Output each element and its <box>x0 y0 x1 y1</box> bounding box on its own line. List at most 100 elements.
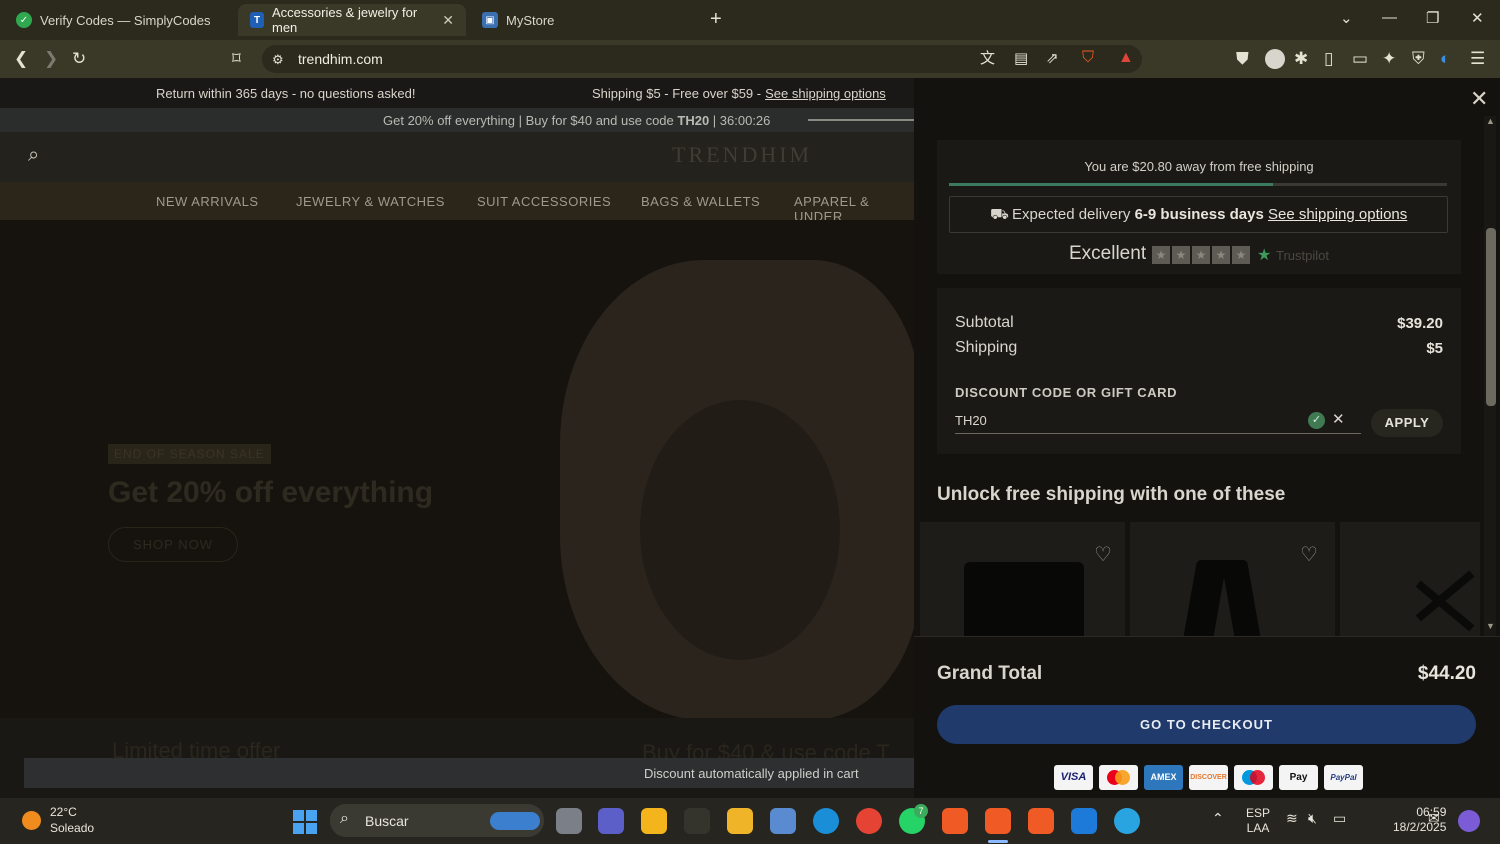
discover-icon: DISCOVER <box>1189 765 1228 790</box>
wifi-icon[interactable]: ≋ <box>1286 810 1298 827</box>
bookmark-icon[interactable]: ⌑ <box>232 49 241 69</box>
weather-description[interactable]: Soleado <box>50 821 94 835</box>
back-icon[interactable]: ❮ <box>14 49 28 69</box>
tab-simplycodes[interactable]: ✓ Verify Codes — SimplyCodes <box>4 4 236 36</box>
visa-icon: VISA <box>1054 765 1093 790</box>
profile-icon[interactable] <box>1265 49 1285 69</box>
site-logo[interactable]: TRENDHIM <box>672 142 812 168</box>
file-explorer-icon[interactable] <box>727 808 753 834</box>
copilot-icon[interactable] <box>1458 810 1480 832</box>
announcement-bar: Return within 365 days - no questions as… <box>0 78 914 108</box>
star-icon: ★ <box>1232 246 1250 264</box>
upsell-product-card[interactable] <box>1340 522 1480 638</box>
brave-beta-icon[interactable] <box>1028 808 1054 834</box>
weather-temperature[interactable]: 22°C <box>50 805 77 819</box>
payment-methods: VISA AMEX DISCOVER Pay PayPal <box>1054 765 1363 790</box>
brave-rewards-icon[interactable]: ▲ <box>1118 48 1134 68</box>
leo-ai-icon[interactable]: ✦ <box>1382 49 1396 69</box>
upsell-product-card[interactable]: ♡ <box>920 522 1125 638</box>
shipping-options-link[interactable]: See shipping options <box>765 86 886 101</box>
order-summary-card: Subtotal $39.20 Shipping $5 DISCOUNT COD… <box>937 288 1461 454</box>
rating-label: Excellent <box>1069 243 1147 264</box>
minimize-icon[interactable]: — <box>1382 9 1397 26</box>
close-tab-icon[interactable]: ✕ <box>442 12 454 29</box>
tab-trendhim[interactable]: T Accessories & jewelry for men ✕ <box>238 4 466 36</box>
heart-icon[interactable]: ♡ <box>1094 542 1112 567</box>
site-info-icon[interactable]: ⚙ <box>272 50 284 70</box>
vpn-icon[interactable]: ⛊ <box>1236 49 1249 69</box>
language-indicator[interactable]: ESP LAA <box>1246 806 1270 836</box>
amex-icon: AMEX <box>1144 765 1183 790</box>
main-nav: NEW ARRIVALS JEWELRY & WATCHES SUIT ACCE… <box>0 182 914 224</box>
heart-icon[interactable]: ♡ <box>1300 542 1318 567</box>
sun-icon[interactable] <box>22 811 41 830</box>
start-icon[interactable] <box>293 810 317 834</box>
maestro-icon <box>1234 765 1273 790</box>
forward-icon[interactable]: ❯ <box>44 49 58 69</box>
new-tab-icon[interactable]: + <box>710 8 722 31</box>
shop-now-button[interactable]: SHOP NOW <box>108 527 238 562</box>
search-icon[interactable]: ⌕ <box>28 145 39 165</box>
battery-icon[interactable]: ▭ <box>1333 810 1346 827</box>
address-bar[interactable]: ⚙ trendhim.com 文 ▤ ⇗ ⛉ ▲ <box>262 45 1142 73</box>
cart-drawer: ✕ ▲ ▼ You are $20.80 away from free ship… <box>914 78 1500 798</box>
scroll-up-icon[interactable]: ▲ <box>1486 116 1495 126</box>
edge-icon[interactable] <box>813 808 839 834</box>
brave-active-icon[interactable] <box>985 808 1011 834</box>
telegram-icon[interactable] <box>1114 808 1140 834</box>
task-view-icon[interactable] <box>556 808 582 834</box>
product-image <box>1415 580 1475 632</box>
close-cart-icon[interactable]: ✕ <box>1470 86 1488 112</box>
nav-suit-accessories[interactable]: SUIT ACCESSORIES <box>477 194 611 209</box>
scroll-down-icon[interactable]: ▼ <box>1486 621 1495 631</box>
product-image <box>1182 560 1228 638</box>
sidebar-icon[interactable]: ▯ <box>1324 49 1333 69</box>
calculator-icon[interactable] <box>770 808 796 834</box>
brave-icon[interactable] <box>942 808 968 834</box>
shipping-options-link[interactable]: See shipping options <box>1268 206 1407 223</box>
translate-icon[interactable]: 文 <box>980 49 995 69</box>
brave-shields-icon[interactable]: ⛉ <box>1082 48 1094 68</box>
apple-pay-icon: Pay <box>1279 765 1318 790</box>
discount-applied-banner: Discount automatically applied in cart <box>24 758 914 788</box>
nav-new-arrivals[interactable]: NEW ARRIVALS <box>156 194 259 209</box>
extensions-icon[interactable]: ✱ <box>1294 49 1308 69</box>
grand-total-value: $44.20 <box>1417 663 1476 684</box>
tray-expand-icon[interactable]: ⌃ <box>1212 810 1224 827</box>
notifications-icon[interactable]: ✉ <box>1428 810 1440 827</box>
product-image <box>1415 570 1475 622</box>
close-window-icon[interactable]: ✕ <box>1471 9 1484 27</box>
menu-icon[interactable]: ☰ <box>1470 49 1485 69</box>
go-to-checkout-button[interactable]: GO TO CHECKOUT <box>937 705 1476 744</box>
wallet-icon[interactable]: ▭ <box>1352 49 1368 69</box>
tab-mystore[interactable]: ▣ MyStore <box>470 4 702 36</box>
share-icon[interactable]: ⇗ <box>1046 49 1059 69</box>
chrome-icon[interactable] <box>856 808 882 834</box>
tab-title: MyStore <box>506 12 555 28</box>
apply-button[interactable]: APPLY <box>1371 409 1443 437</box>
browser-toolbar: ❮ ❯ ↻ ⌑ ⚙ trendhim.com 文 ▤ ⇗ ⛉ ▲ ⛊ ✱ ▯ ▭… <box>0 40 1500 78</box>
reader-mode-icon[interactable]: ▤ <box>1014 49 1028 69</box>
scrollbar-thumb[interactable] <box>1486 228 1496 406</box>
reload-icon[interactable]: ↻ <box>72 49 86 69</box>
active-app-indicator <box>988 840 1008 843</box>
nav-bags-wallets[interactable]: BAGS & WALLETS <box>641 194 760 209</box>
upsell-product-card[interactable]: ♡ <box>1130 522 1335 638</box>
volume-muted-icon[interactable]: 🔇︎ <box>1308 810 1317 827</box>
star-icon: ★ <box>1152 246 1170 264</box>
restore-icon[interactable]: ❐ <box>1426 9 1439 27</box>
photos-icon[interactable] <box>1071 808 1097 834</box>
upsell-title: Unlock free shipping with one of these <box>937 484 1286 505</box>
promo-text: Get 20% off everything | Buy for $40 and… <box>383 113 771 128</box>
discount-code-input[interactable]: TH20 <box>955 406 1361 434</box>
nav-jewelry-watches[interactable]: JEWELRY & WATCHES <box>296 194 445 209</box>
shield-icon[interactable]: ⛨ <box>1412 49 1425 69</box>
teams-icon[interactable] <box>598 808 624 834</box>
clear-code-icon[interactable]: ✕ <box>1332 410 1345 428</box>
tab-list-icon[interactable]: ⌄ <box>1340 9 1353 27</box>
edge-extension-icon[interactable]: ◐ <box>1440 49 1450 69</box>
store-icon[interactable] <box>641 808 667 834</box>
app-icon[interactable] <box>684 808 710 834</box>
trustpilot-rating: Excellent ★ ★ ★ ★ ★ ★ Trustpilot <box>937 242 1461 266</box>
taskbar-search[interactable]: ⌕ Buscar <box>330 804 544 837</box>
